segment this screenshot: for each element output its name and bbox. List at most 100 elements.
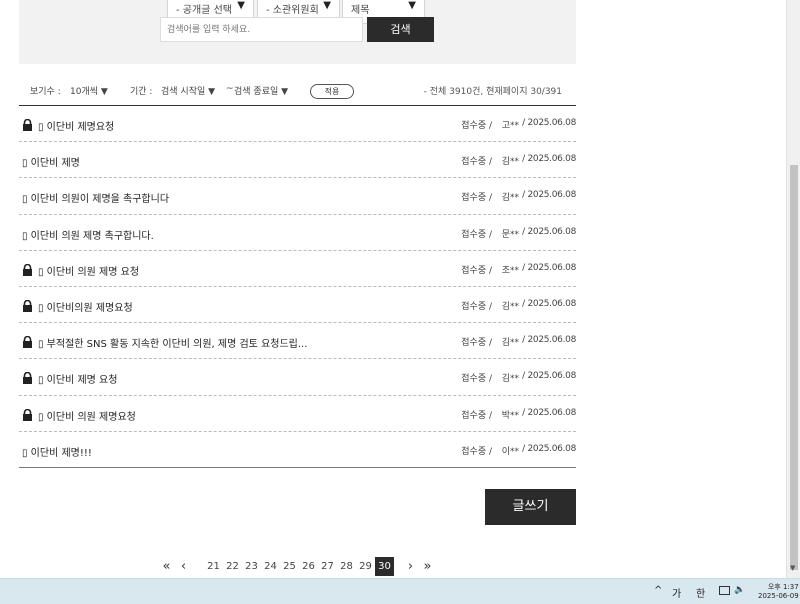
page: - 공개글 선택 ▼ - 소관위원회 ▼ 제목 ▼ 검색 보기수 : 10개씩 … [0,0,786,578]
post-date: / 2025.06.08 [522,190,576,201]
post-author: 김** [501,338,519,349]
chevron-down-icon: ▼ [281,87,289,97]
next-page-button[interactable]: › [402,559,419,574]
taskbar: ^ 가 한 🔈 오후 1:37 2025-06-09 [0,578,800,604]
post-author: 고** [501,121,519,131]
post-date: / 2025.06.08 [522,298,576,309]
table-row[interactable]: ▯ 이단비 제명 요청 접수중 / 김**/ 2025.06.08 [19,359,576,396]
apply-button[interactable]: 적용 [310,84,354,99]
post-status: 접수중 / [461,338,492,349]
clock[interactable]: 오후 1:37 2025-06-09 [758,583,799,601]
visibility-select-value: - 공개글 선택 [176,5,232,16]
period-label: 기간 : [130,87,153,97]
post-status: 접수중 / [461,229,492,240]
post-author: 박** [501,410,519,421]
per-page-select[interactable]: 10개씩 ▼ [70,84,108,97]
per-page-value: 10개씩 [70,87,99,97]
chevron-down-icon: ▼ [100,87,108,97]
post-date: / 2025.06.08 [522,443,576,454]
post-list: ▯ 이단비 제명요청 접수중 / 고**/ 2025.06.08 ▯ 이단비 제명 접수… [19,106,576,468]
page-number[interactable]: 23 [242,561,261,572]
table-row[interactable]: ▯ 이단비 의원 제명요청 접수중 / 박**/ 2025.06.08 [19,396,576,432]
post-title[interactable]: ▯ 이단비 제명요청 [38,118,114,133]
lock-icon [23,336,32,349]
post-status: 접수중 / [461,301,492,312]
post-date: / 2025.06.08 [522,262,576,273]
post-date: / 2025.06.08 [522,335,576,346]
search-input[interactable] [160,17,363,42]
post-author: 문** [501,229,519,240]
table-row[interactable]: ▯ 이단비 의원 제명 촉구합니다. 접수중 / 문**/ 2025.06.08 [19,215,576,251]
search-button[interactable]: 검색 [367,17,434,42]
field-select-value: 제목 [351,5,370,16]
post-date: / 2025.06.08 [522,118,576,128]
network-icon[interactable] [719,586,730,595]
clock-date: 2025-06-09 [758,592,799,600]
post-status: 접수중 / [461,157,492,168]
post-date: / 2025.06.08 [522,407,576,418]
page-number[interactable]: 28 [337,561,356,572]
page-number[interactable]: 25 [280,561,299,572]
lock-icon [23,263,32,276]
tray-expand-icon[interactable]: ^ [654,585,662,596]
pagination: « ‹ 21 22 23 24 25 26 27 28 29 30 › » [158,556,436,576]
post-author: 김** [501,157,519,168]
ime-mode-indicator[interactable]: 가 [672,585,681,600]
post-title[interactable]: ▯ 이단비 제명 [22,154,80,169]
table-row[interactable]: ▯ 부적절한 SNS 활동 지속한 이단비 의원, 제명 검토 요청드립... 접… [19,323,576,360]
lock-icon [23,372,32,385]
last-page-button[interactable]: » [419,559,436,574]
page-number[interactable]: 22 [223,561,242,572]
start-date-value: 검색 시작일 [161,87,206,97]
table-row[interactable]: ▯ 이단비 의원이 제명을 촉구합니다 접수중 / 김**/ 2025.06.08 [19,178,576,215]
first-page-button[interactable]: « [158,559,175,574]
page-number[interactable]: 24 [261,561,280,572]
result-summary: - 전체 3910건, 현재페이지 30/391 [423,87,562,97]
prev-page-button[interactable]: ‹ [175,559,192,574]
post-title[interactable]: ▯ 이단비 의원 제명 촉구합니다. [22,227,154,242]
post-title[interactable]: ▯ 이단비 제명!!! [22,444,92,459]
post-status: 접수중 / [461,446,492,457]
clock-time: 오후 1:37 [767,583,799,591]
post-status: 접수중 / [461,410,492,421]
table-row[interactable]: ▯ 이단비 제명!!! 접수중 / 이**/ 2025.06.08 [19,432,576,468]
chevron-down-icon: ▼ [208,87,216,97]
post-status: 접수중 / [461,193,492,204]
post-author: 김** [501,193,519,204]
post-author: 조** [501,265,519,276]
scroll-down-icon[interactable]: ▼ [790,564,795,572]
table-row[interactable]: ▯ 이단비 제명요청 접수중 / 고**/ 2025.06.08 [19,106,576,143]
chevron-down-icon: ▼ [237,0,245,11]
ime-language-indicator[interactable]: 한 [696,585,705,600]
post-title[interactable]: ▯ 부적절한 SNS 활동 지속한 이단비 의원, 제명 검토 요청드립... [38,335,307,350]
post-title[interactable]: ▯ 이단비 제명 요청 [38,371,117,386]
post-author: 김** [501,301,519,312]
write-button[interactable]: 글쓰기 [485,489,576,525]
post-status: 접수중 / [461,374,492,385]
post-author: 김** [501,374,519,385]
vertical-scrollbar[interactable]: ▼ [786,0,800,578]
page-number[interactable]: 27 [318,561,337,572]
post-title[interactable]: ▯ 이단비 의원 제명요청 [38,408,136,423]
chevron-down-icon: ▼ [323,0,331,11]
table-row[interactable]: ▯ 이단비의원 제명요청 접수중 / 김**/ 2025.06.08 [19,287,576,324]
end-date-select[interactable]: 검색 종료일 ▼ [234,84,288,97]
page-number[interactable]: 26 [299,561,318,572]
page-number[interactable]: 29 [356,561,375,572]
scrollbar-thumb[interactable] [790,165,798,570]
post-title[interactable]: ▯ 이단비 의원이 제명을 촉구합니다 [22,190,169,205]
current-page-number[interactable]: 30 [375,556,394,576]
table-row[interactable]: ▯ 이단비 제명 접수중 / 김**/ 2025.06.08 [19,142,576,179]
volume-icon[interactable]: 🔈 [734,585,745,595]
search-panel: - 공개글 선택 ▼ - 소관위원회 ▼ 제목 ▼ 검색 [19,0,576,64]
post-author: 이** [501,446,519,457]
start-date-select[interactable]: 검색 시작일 ▼ [161,84,215,97]
chevron-down-icon: ▼ [408,0,416,11]
post-title[interactable]: ▯ 이단비의원 제명요청 [38,299,133,314]
post-status: 접수중 / [461,121,492,131]
post-title[interactable]: ▯ 이단비 의원 제명 요청 [38,263,139,278]
date-range-separator: ~ [226,84,234,94]
committee-select-value: - 소관위원회 [266,5,319,16]
table-row[interactable]: ▯ 이단비 의원 제명 요청 접수중 / 조**/ 2025.06.08 [19,251,576,287]
page-number[interactable]: 21 [204,561,223,572]
